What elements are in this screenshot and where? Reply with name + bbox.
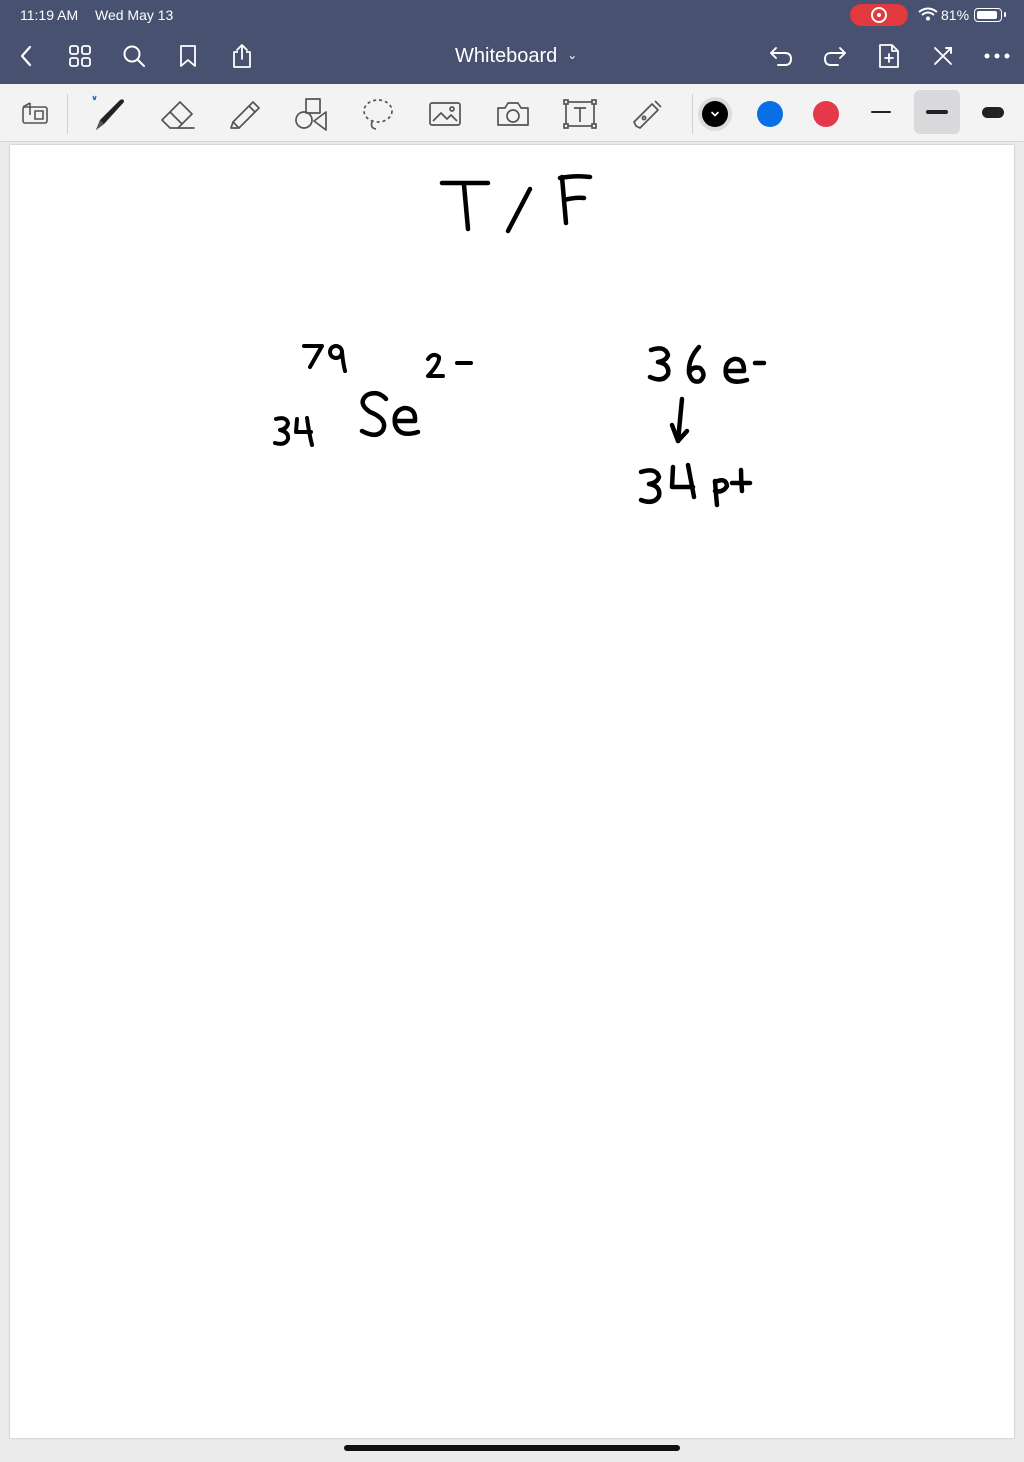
shapes-icon[interactable]	[289, 94, 333, 134]
color-black[interactable]	[702, 101, 728, 127]
whiteboard-page[interactable]	[10, 145, 1014, 1438]
eraser-icon[interactable]	[155, 94, 199, 134]
highlighter-icon[interactable]	[222, 94, 266, 134]
document-title[interactable]: Whiteboard ⌄	[455, 45, 577, 68]
camera-icon[interactable]	[491, 94, 535, 134]
image-icon[interactable]	[423, 94, 467, 134]
thick-line-icon	[982, 106, 1004, 118]
undo-icon[interactable]	[765, 40, 797, 72]
chevron-down-icon	[711, 111, 719, 117]
laser-pointer-icon[interactable]	[626, 94, 670, 134]
status-time: 11:19 AM	[20, 7, 79, 23]
atomic-number-ink	[273, 416, 314, 447]
text-tool-icon[interactable]	[558, 94, 602, 134]
home-indicator[interactable]	[344, 1445, 680, 1451]
stroke-thin[interactable]	[858, 90, 904, 134]
status-bar: 11:19 AM Wed May 13 81%	[0, 0, 1024, 28]
electrons-ink	[647, 344, 767, 384]
redo-icon[interactable]	[819, 40, 851, 72]
medium-line-icon	[926, 110, 948, 114]
screen-recording-indicator[interactable]	[850, 4, 908, 26]
lasso-icon[interactable]	[356, 94, 400, 134]
bookmark-icon[interactable]	[172, 40, 204, 72]
battery-percent: 81%	[941, 7, 970, 23]
document-title-text: Whiteboard	[455, 45, 558, 67]
toolbar-divider	[692, 94, 693, 134]
status-date: Wed May 13	[95, 7, 174, 23]
stroke-thick[interactable]	[970, 90, 1016, 134]
battery-icon	[974, 8, 1006, 22]
add-page-icon[interactable]	[873, 40, 905, 72]
charge-ink	[426, 352, 473, 378]
share-icon[interactable]	[226, 40, 258, 72]
pen-icon[interactable]	[86, 94, 130, 134]
chevron-down-icon: ⌄	[567, 48, 578, 62]
more-icon[interactable]	[981, 40, 1013, 72]
stroke-medium[interactable]	[914, 90, 960, 134]
back-icon[interactable]	[10, 40, 42, 72]
arrow-ink	[669, 396, 690, 444]
toolbar-divider	[67, 94, 68, 134]
mass-number-ink	[302, 344, 347, 373]
search-icon[interactable]	[118, 40, 150, 72]
color-blue[interactable]	[757, 101, 783, 127]
heading-ink	[439, 173, 593, 234]
wifi-icon	[918, 7, 938, 24]
thumbnails-icon[interactable]	[64, 40, 96, 72]
element-symbol-ink	[359, 390, 421, 437]
record-icon	[871, 7, 887, 23]
top-bar: 11:19 AM Wed May 13 81% Whiteboard ⌄	[0, 0, 1024, 84]
zoom-window-icon[interactable]	[13, 94, 57, 134]
protons-ink	[638, 462, 753, 508]
close-toolbar-icon[interactable]	[927, 40, 959, 72]
color-red[interactable]	[813, 101, 839, 127]
thin-line-icon	[871, 111, 891, 113]
